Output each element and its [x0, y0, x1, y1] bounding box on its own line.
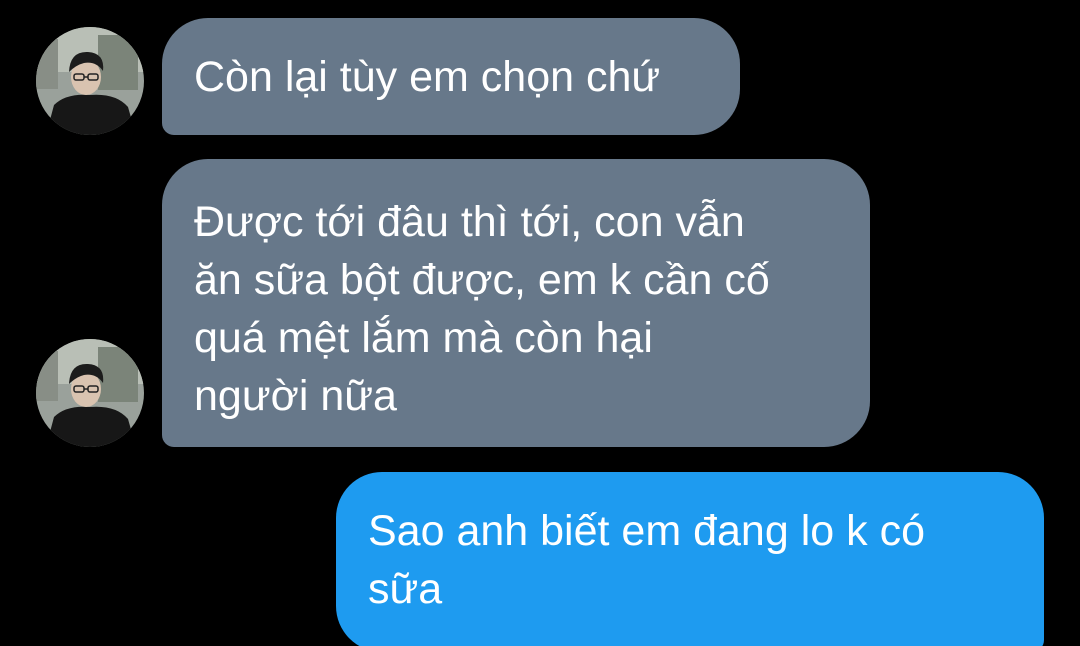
avatar-photo-icon	[36, 27, 144, 135]
message-bubble-outgoing[interactable]: Sao anh biết em đang lo k có sữa	[336, 472, 1044, 646]
contact-avatar[interactable]	[36, 339, 144, 447]
contact-avatar[interactable]	[36, 27, 144, 135]
message-bubble-incoming[interactable]: Được tới đâu thì tới, con vẫn ăn sữa bột…	[162, 159, 870, 447]
chat-thread: Còn lại tùy em chọn chứ Được tới đâu thì…	[0, 0, 1080, 646]
avatar-photo-icon	[36, 339, 144, 447]
message-bubble-incoming[interactable]: Còn lại tùy em chọn chứ	[162, 18, 740, 135]
